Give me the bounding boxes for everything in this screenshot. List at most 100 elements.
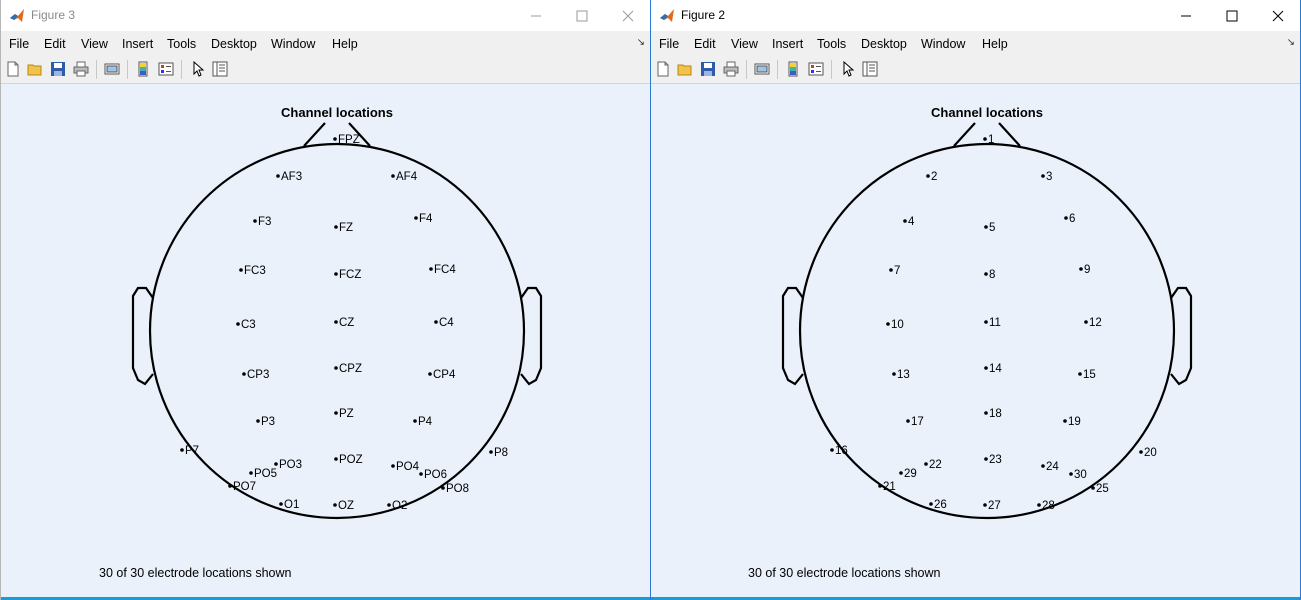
electrode-dot[interactable] (889, 268, 893, 272)
electrode-dot[interactable] (1091, 486, 1095, 490)
electrode-dot[interactable] (1084, 320, 1088, 324)
menu-desktop[interactable]: Desktop (211, 37, 257, 51)
electrode-dot[interactable] (929, 502, 933, 506)
electrode-dot[interactable] (249, 471, 253, 475)
electrode-dot[interactable] (1139, 450, 1143, 454)
edit-plot-icon[interactable] (840, 61, 856, 77)
electrode-dot[interactable] (274, 462, 278, 466)
property-inspector-icon[interactable] (212, 61, 228, 77)
edit-plot-icon[interactable] (190, 61, 206, 77)
electrode-dot[interactable] (428, 372, 432, 376)
electrode-dot[interactable] (434, 320, 438, 324)
menu-window[interactable]: Window (271, 37, 315, 51)
dock-arrow-icon[interactable]: ↘ (637, 37, 645, 48)
electrode-dot[interactable] (334, 457, 338, 461)
electrode-dot[interactable] (1041, 174, 1045, 178)
print-icon[interactable] (723, 61, 739, 77)
insert-colorbar-icon[interactable] (135, 61, 151, 77)
electrode-dot[interactable] (239, 268, 243, 272)
electrode-dot[interactable] (984, 272, 988, 276)
menu-view[interactable]: View (81, 37, 108, 51)
save-icon[interactable] (700, 61, 716, 77)
electrode-dot[interactable] (906, 419, 910, 423)
electrode-dot[interactable] (1069, 472, 1073, 476)
open-file-icon[interactable] (27, 61, 43, 77)
electrode-dot[interactable] (419, 472, 423, 476)
electrode-dot[interactable] (242, 372, 246, 376)
minimize-button[interactable] (1163, 0, 1209, 31)
electrode-dot[interactable] (333, 137, 337, 141)
electrode-dot[interactable] (236, 322, 240, 326)
electrode-dot[interactable] (334, 272, 338, 276)
open-file-icon[interactable] (677, 61, 693, 77)
electrode-dot[interactable] (441, 486, 445, 490)
electrode-dot[interactable] (228, 484, 232, 488)
electrode-dot[interactable] (903, 219, 907, 223)
insert-legend-icon[interactable] (158, 61, 174, 77)
electrode-dot[interactable] (924, 462, 928, 466)
electrode-dot[interactable] (414, 216, 418, 220)
menu-tools[interactable]: Tools (167, 37, 196, 51)
electrode-dot[interactable] (1037, 503, 1041, 507)
menu-help[interactable]: Help (982, 37, 1008, 51)
menu-help[interactable]: Help (332, 37, 358, 51)
electrode-dot[interactable] (489, 450, 493, 454)
menu-insert[interactable]: Insert (772, 37, 803, 51)
menu-file[interactable]: File (659, 37, 679, 51)
topoplot-axes[interactable]: Channel locations FPZAF3 AF4F3 FZF4FC3 FCZ F… (1, 84, 650, 554)
new-figure-icon[interactable] (5, 61, 21, 77)
menu-insert[interactable]: Insert (122, 37, 153, 51)
electrode-dot[interactable] (1078, 372, 1082, 376)
electrode-dot[interactable] (983, 503, 987, 507)
electrode-dot[interactable] (984, 366, 988, 370)
title-bar[interactable]: Figure 3 (1, 0, 650, 31)
save-icon[interactable] (50, 61, 66, 77)
new-figure-icon[interactable] (655, 61, 671, 77)
menu-tools[interactable]: Tools (817, 37, 846, 51)
electrode-dot[interactable] (984, 457, 988, 461)
electrode-dot[interactable] (276, 174, 280, 178)
insert-colorbar-icon[interactable] (785, 61, 801, 77)
insert-legend-icon[interactable] (808, 61, 824, 77)
electrode-dot[interactable] (878, 484, 882, 488)
close-button[interactable] (1255, 0, 1300, 31)
electrode-dot[interactable] (334, 411, 338, 415)
menu-file[interactable]: File (9, 37, 29, 51)
electrode-dot[interactable] (984, 320, 988, 324)
title-bar[interactable]: Figure 2 (651, 0, 1300, 31)
electrode-dot[interactable] (333, 503, 337, 507)
electrode-dot[interactable] (1079, 267, 1083, 271)
link-plot-icon[interactable] (754, 61, 770, 77)
electrode-dot[interactable] (1041, 464, 1045, 468)
menu-view[interactable]: View (731, 37, 758, 51)
menu-edit[interactable]: Edit (44, 37, 66, 51)
electrode-dot[interactable] (279, 502, 283, 506)
electrode-dot[interactable] (983, 137, 987, 141)
electrode-dot[interactable] (926, 174, 930, 178)
menu-desktop[interactable]: Desktop (861, 37, 907, 51)
electrode-dot[interactable] (1064, 216, 1068, 220)
electrode-dot[interactable] (334, 225, 338, 229)
electrode-dot[interactable] (429, 267, 433, 271)
electrode-dot[interactable] (253, 219, 257, 223)
property-inspector-icon[interactable] (862, 61, 878, 77)
dock-arrow-icon[interactable]: ↘ (1287, 37, 1295, 48)
electrode-dot[interactable] (886, 322, 890, 326)
menu-edit[interactable]: Edit (694, 37, 716, 51)
electrode-dot[interactable] (830, 448, 834, 452)
close-button[interactable] (605, 0, 650, 31)
menu-window[interactable]: Window (921, 37, 965, 51)
link-plot-icon[interactable] (104, 61, 120, 77)
maximize-button[interactable] (559, 0, 605, 31)
electrode-dot[interactable] (984, 225, 988, 229)
electrode-dot[interactable] (984, 411, 988, 415)
electrode-dot[interactable] (1063, 419, 1067, 423)
electrode-dot[interactable] (413, 419, 417, 423)
electrode-dot[interactable] (391, 174, 395, 178)
electrode-dot[interactable] (899, 471, 903, 475)
electrode-dot[interactable] (256, 419, 260, 423)
maximize-button[interactable] (1209, 0, 1255, 31)
minimize-button[interactable] (513, 0, 559, 31)
electrode-dot[interactable] (892, 372, 896, 376)
electrode-dot[interactable] (334, 320, 338, 324)
